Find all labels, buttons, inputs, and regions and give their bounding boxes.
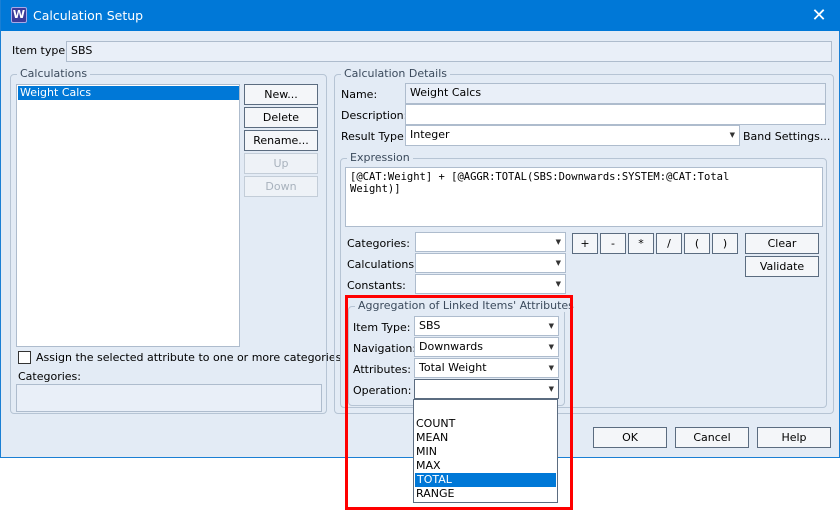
expr-calculations-select[interactable]: ▼	[415, 253, 566, 273]
list-item[interactable]: Weight Calcs	[18, 86, 239, 100]
result-type-label: Result Type:	[341, 130, 408, 143]
name-field: Weight Calcs	[405, 83, 826, 104]
expr-constants-select[interactable]: ▼	[415, 274, 566, 294]
chevron-down-icon: ▼	[555, 259, 561, 267]
down-button[interactable]: Down	[244, 176, 318, 197]
delete-button[interactable]: Delete	[244, 107, 318, 128]
close-icon: ✕	[811, 5, 827, 26]
expr-categories-select[interactable]: ▼	[415, 232, 566, 252]
result-type-value: Integer	[410, 128, 450, 141]
chevron-down-icon: ▼	[555, 238, 561, 246]
expression-group-title: Expression	[347, 151, 413, 164]
up-button[interactable]: Up	[244, 153, 318, 174]
new-button[interactable]: New...	[244, 84, 318, 105]
chevron-down-icon: ▼	[729, 131, 735, 139]
ok-button[interactable]: OK	[593, 427, 667, 448]
expr-constants-label: Constants:	[347, 279, 406, 292]
operator-multiply-button[interactable]: *	[628, 233, 654, 254]
window-title: Calculation Setup	[33, 8, 144, 23]
categories-field	[16, 384, 322, 412]
app-icon: W	[11, 7, 27, 23]
operator-minus-button[interactable]: -	[600, 233, 626, 254]
item-type-label: Item type:	[12, 44, 69, 57]
operator-close-paren-button[interactable]: )	[712, 233, 738, 254]
expr-categories-label: Categories:	[347, 237, 410, 250]
categories-label: Categories:	[18, 370, 81, 383]
assign-categories-checkbox[interactable]	[18, 351, 31, 364]
annotation-highlight-box	[345, 295, 573, 510]
item-type-field: SBS	[66, 41, 832, 62]
operator-open-paren-button[interactable]: (	[684, 233, 710, 254]
chevron-down-icon: ▼	[555, 280, 561, 288]
calculation-details-group-title: Calculation Details	[341, 67, 450, 80]
close-button[interactable]: ✕	[797, 0, 840, 31]
expression-editor[interactable]: [@CAT:Weight] + [@AGGR:TOTAL(SBS:Downwar…	[345, 167, 823, 227]
clear-button[interactable]: Clear	[745, 233, 819, 254]
expression-line-1: [@CAT:Weight] + [@AGGR:TOTAL(SBS:Downwar…	[350, 171, 730, 183]
description-input[interactable]	[405, 104, 826, 125]
operator-plus-button[interactable]: +	[572, 233, 598, 254]
result-type-select[interactable]: Integer ▼	[405, 125, 740, 146]
calculations-list[interactable]: Weight Calcs	[16, 84, 240, 347]
assign-categories-label: Assign the selected attribute to one or …	[36, 351, 342, 364]
expression-line-2: Weight)]	[350, 183, 401, 195]
operator-divide-button[interactable]: /	[656, 233, 682, 254]
rename-button[interactable]: Rename...	[244, 130, 318, 151]
band-settings-link[interactable]: Band Settings...	[743, 130, 830, 143]
calculations-group-title: Calculations	[17, 67, 91, 80]
cancel-button[interactable]: Cancel	[675, 427, 749, 448]
expr-calculations-label: Calculations:	[347, 258, 418, 271]
description-label: Description:	[341, 109, 408, 122]
help-button[interactable]: Help	[757, 427, 831, 448]
name-label: Name:	[341, 88, 378, 101]
title-bar: W Calculation Setup ✕	[1, 0, 840, 31]
validate-button[interactable]: Validate	[745, 256, 819, 277]
